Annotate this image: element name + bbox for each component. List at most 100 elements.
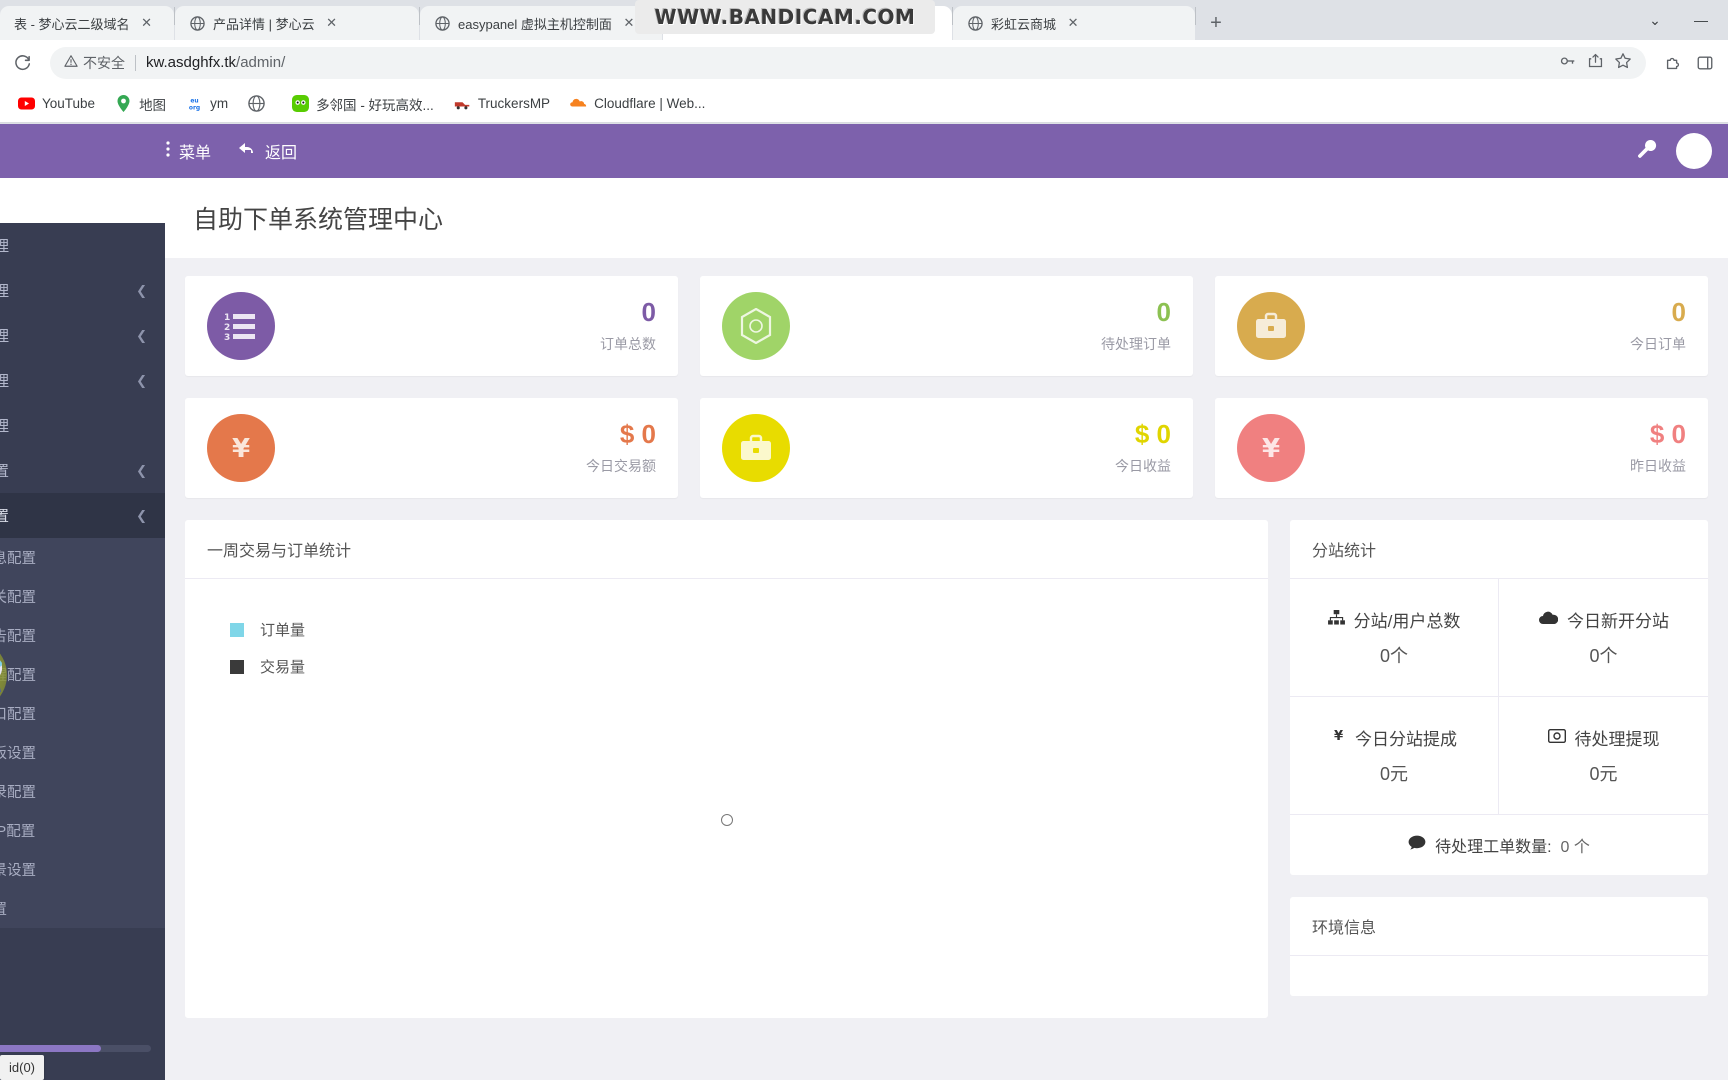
sidebar-subitem-login-config[interactable]: 后台登录配置 <box>0 772 165 811</box>
sidebar-subitem-announcement[interactable]: 站点公告配置 <box>0 616 165 655</box>
substation-cell-pending-withdraw[interactable]: 待处理提现 0元 <box>1499 697 1708 815</box>
sidebar-subitem-sms-api[interactable]: 短信接口配置 <box>0 694 165 733</box>
menu-toggle-button[interactable]: 菜单 <box>165 139 211 163</box>
stat-card-today-turnover[interactable]: ¥ $ 0 今日交易额 <box>185 398 678 498</box>
sidebar-subitem-background[interactable]: 站点背景设置 <box>0 850 165 889</box>
sidebar-item-home[interactable]: 首页 <box>0 178 165 223</box>
substation-cell-value: 0个 <box>1379 646 1408 666</box>
substation-cell-new-today[interactable]: 今日新开分站 0个 <box>1499 579 1708 697</box>
bookmark-duolingo[interactable]: 多邻国 - 好玩高效... <box>284 90 442 118</box>
legend-item-orders[interactable]: 订单量 <box>230 619 305 640</box>
pending-tickets-row[interactable]: 待处理工单数量: 0 个 <box>1290 815 1708 875</box>
sidebar-subitem-ip-config[interactable]: 防攻击IP配置 <box>0 811 165 850</box>
menu-label: 菜单 <box>179 145 212 162</box>
sidebar-horizontal-scrollbar[interactable] <box>0 1045 151 1052</box>
window-controls: ⌄ — <box>1632 0 1728 40</box>
extensions-icon[interactable] <box>1658 48 1688 78</box>
tab-close-icon[interactable]: ✕ <box>138 14 156 32</box>
stat-value: 0 <box>1156 296 1171 327</box>
bookmark-ym[interactable]: eu org ym <box>178 91 236 116</box>
substation-cell-label: 今日新开分站 <box>1567 612 1669 631</box>
stat-card-total-orders[interactable]: 1 2 3 0 订单总数 <box>185 276 678 376</box>
browser-tab-4[interactable]: 彩虹云商城 ✕ <box>953 6 1195 40</box>
sidebar-item-label: 用户管理 <box>0 328 10 345</box>
sidebar-subitem-site-info[interactable]: 站点信息配置 <box>0 538 165 577</box>
tab-close-icon[interactable]: ✕ <box>1064 14 1082 32</box>
reload-icon[interactable] <box>8 48 38 78</box>
chevron-left-icon: ❮ <box>136 327 147 343</box>
chart-panel-title: 一周交易与订单统计 <box>185 520 1268 579</box>
bookmark-label: YouTube <box>42 96 96 111</box>
bookmark-globe[interactable] <box>240 91 280 116</box>
sidebar-item-substation[interactable]: 分站管理 <box>0 403 165 448</box>
sidebar-subitem-order-reminder[interactable]: 订单提醒配置 <box>0 655 165 694</box>
wrench-icon[interactable] <box>1636 138 1658 165</box>
browser-tab-0[interactable]: 表 - 梦心云二级域名 ✕ <box>0 6 174 40</box>
environment-title: 环境信息 <box>1290 897 1708 956</box>
substation-cell-value: 0元 <box>1379 764 1408 784</box>
substation-cell-label: 待处理提现 <box>1574 730 1660 749</box>
admin-page: 后台 菜单 返回 <box>0 124 1728 1080</box>
sidebar-item-orders[interactable]: 订单管理 <box>0 223 165 268</box>
sidebar-subitem-other[interactable]: 其他设置 <box>0 889 165 928</box>
substation-grid: 分站/用户总数 0个 今日新开分站 0个 ¥ 今日分站提成 0元 待处理提现 0… <box>1290 579 1708 875</box>
substation-stats-card: 分站统计 分站/用户总数 0个 今日新开分站 0个 ¥ 今日分站提成 0元 待处… <box>1290 520 1708 875</box>
substation-title: 分站统计 <box>1290 520 1708 579</box>
substation-cell-commission[interactable]: ¥ 今日分站提成 0元 <box>1290 697 1499 815</box>
money-icon <box>1547 728 1566 748</box>
bookmark-cloudflare[interactable]: Cloudflare | Web... <box>562 91 713 116</box>
browser-tab-2[interactable]: easypanel 虚拟主机控制面 ✕ <box>420 6 662 40</box>
sidebar-item-products[interactable]: 商品管理 ❮ <box>0 268 165 313</box>
side-panel-icon[interactable] <box>1690 48 1720 78</box>
stat-card-today-orders[interactable]: 0 今日订单 <box>1215 276 1708 376</box>
bookmark-label: 地图 <box>139 97 167 113</box>
bookmark-truckersmp[interactable]: TruckersMP <box>446 91 558 116</box>
browser-tab-1[interactable]: 产品详情 | 梦心云 ✕ <box>175 6 419 40</box>
tab-title: 表 - 梦心云二级域名 <box>14 16 130 32</box>
tab-strip: 表 - 梦心云二级域名 ✕ 产品详情 | 梦心云 ✕ easypanel 虚拟主… <box>0 0 1728 40</box>
legend-label: 订单量 <box>260 622 306 639</box>
tab-close-icon[interactable]: ✕ <box>323 14 341 32</box>
bookmark-youtube[interactable]: YouTube <box>10 91 103 116</box>
share-icon[interactable] <box>1587 52 1604 73</box>
key-icon[interactable] <box>1559 52 1577 74</box>
weekly-chart[interactable]: 订单量 交易量 <box>185 579 1268 979</box>
address-bar[interactable]: 不安全 kw.asdghfx.tk/admin/ <box>50 46 1646 79</box>
new-tab-button[interactable]: + <box>1202 9 1230 37</box>
browser-window: 表 - 梦心云二级域名 ✕ 产品详情 | 梦心云 ✕ easypanel 虚拟主… <box>0 0 1728 1080</box>
bookmark-maps[interactable]: 地图 <box>107 90 174 118</box>
url-host: kw.asdghfx.tk <box>146 54 237 71</box>
star-icon[interactable] <box>1614 52 1632 74</box>
pending-tickets-value: 0 个 <box>1560 839 1590 856</box>
environment-body <box>1290 956 1708 996</box>
not-secure-indicator[interactable]: 不安全 <box>64 53 125 73</box>
stat-card-today-income[interactable]: $ 0 今日收益 <box>700 398 1193 498</box>
legend-item-turnover[interactable]: 交易量 <box>230 656 305 677</box>
sidebar-item-payment[interactable]: 支付设置 ❮ <box>0 448 165 493</box>
lower-section: 一周交易与订单统计 订单量 交易量 分站统计 分站/用户总数 0个 今日新开分站… <box>165 520 1728 1018</box>
svg-text:eu: eu <box>190 98 198 105</box>
minimize-button[interactable]: — <box>1678 4 1724 36</box>
pending-tickets-label: 待处理工单数量: <box>1435 839 1552 856</box>
yen-icon: ¥ <box>1331 728 1346 748</box>
sidebar-subitem-template[interactable]: 站点模板设置 <box>0 733 165 772</box>
sidebar-subitem-order-config[interactable]: 订单相关配置 <box>0 577 165 616</box>
stat-card-yesterday-income[interactable]: ¥ $ 0 昨日收益 <box>1215 398 1708 498</box>
back-button[interactable]: 返回 <box>237 139 297 163</box>
chart-panel: 一周交易与订单统计 订单量 交易量 <box>185 520 1268 1018</box>
comment-icon <box>1408 835 1426 855</box>
chevron-left-icon: ❮ <box>136 372 147 388</box>
environment-info-card: 环境信息 <box>1290 897 1708 996</box>
tab-title: 彩虹云商城 <box>991 16 1057 32</box>
tab-search-button[interactable]: ⌄ <box>1632 4 1678 36</box>
sidebar-item-system-settings[interactable]: 系统设置 ❮ <box>0 493 165 538</box>
substation-cell-total[interactable]: 分站/用户总数 0个 <box>1290 579 1499 697</box>
sidebar-item-finance[interactable]: 财务管理 ❮ <box>0 358 165 403</box>
app-brand[interactable]: 后台 <box>0 136 165 166</box>
sidebar-item-users[interactable]: 用户管理 ❮ <box>0 313 165 358</box>
avatar[interactable] <box>1676 133 1712 169</box>
yen-icon: ¥ <box>1237 414 1305 482</box>
stat-card-pending-orders[interactable]: 0 待处理订单 <box>700 276 1193 376</box>
sidebar-item-label: 分站管理 <box>0 418 10 435</box>
stat-value: $ 0 <box>1649 418 1686 449</box>
